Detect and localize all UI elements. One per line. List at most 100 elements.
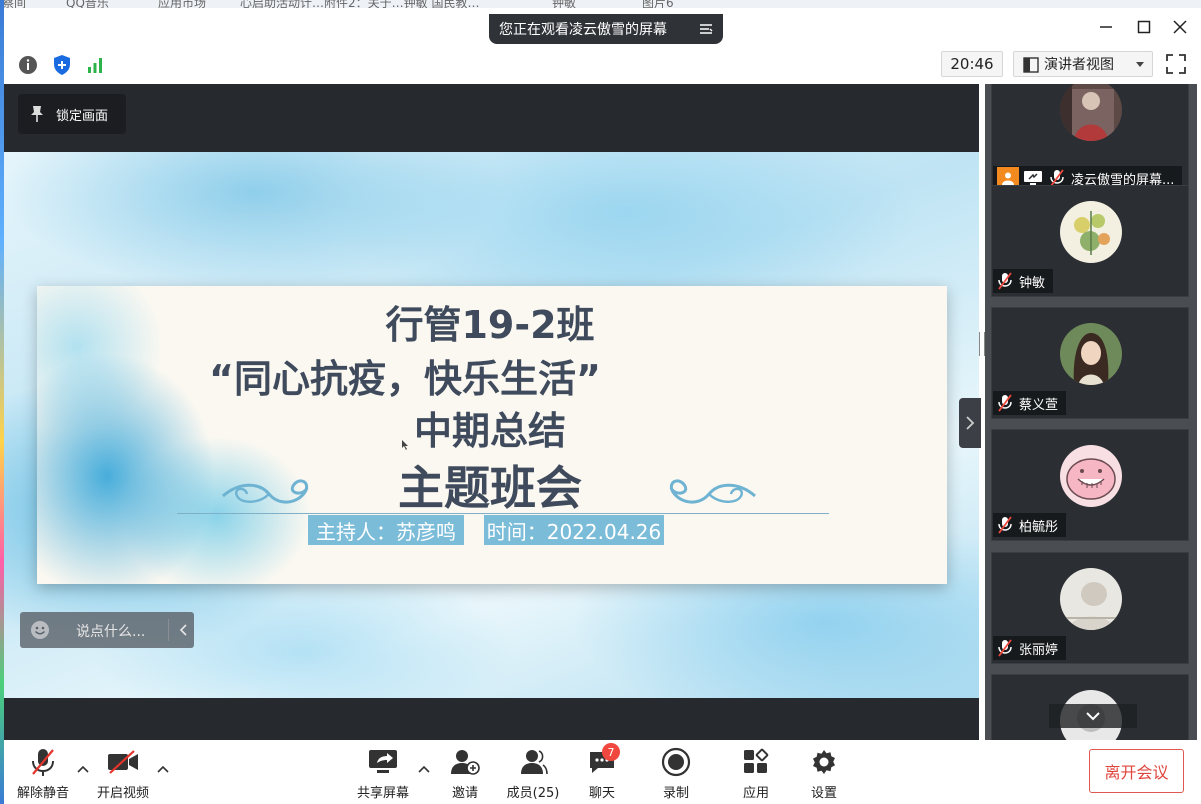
date-tag: 时间：2022.04.26 [484,515,664,545]
leave-meeting-button[interactable]: 离开会议 [1089,749,1184,793]
security-button[interactable] [50,53,74,77]
view-mode-select[interactable]: 演讲者视图 [1013,51,1153,77]
unmute-label: 解除静音 [16,786,69,801]
add-user-icon [451,750,480,775]
avatar [1060,323,1122,385]
share-screen-icon [369,750,397,773]
slide-theme: “同心抗疫，快乐生活” [209,357,601,401]
desktop-item: 钟敏 [552,0,577,8]
shared-screen-stage: 锁定画面 行管19-2班 “同心抗疫，快乐生活” 中期总结 主题班会 主持人：苏… [4,84,981,740]
share-notice-text: 您正在观看凌云傲雪的屏幕 [499,22,667,38]
speaker-view-icon [1023,57,1039,73]
info-icon [19,56,37,74]
desktop-item: 图片6 [642,0,674,8]
shield-icon [54,55,70,75]
participant-tile[interactable]: 凌云傲雪的屏幕... [991,84,1189,194]
dropdown-arrow-icon [1136,62,1144,67]
members-icon [521,750,548,775]
window-titlebar: 您正在观看凌云傲雪的屏幕 [4,8,1201,46]
share-screen-label: 共享屏幕 [356,786,409,801]
participant-name: 柏毓彤 [1019,519,1059,535]
participant-tile[interactable]: 钟敏 [991,185,1189,297]
avatar [1060,84,1122,141]
mic-muted-icon [997,394,1013,412]
participant-name: 钟敏 [1019,275,1046,291]
unmute-button[interactable]: 解除静音 [14,746,72,801]
chevron-up-icon[interactable] [417,762,431,776]
avatar [1060,445,1122,507]
members-label: 成员(25) [506,786,560,801]
share-screen-button[interactable]: 共享屏幕 [352,746,414,801]
settings-label: 设置 [810,786,837,801]
participant-tile[interactable]: 张丽婷 [991,552,1189,664]
slide-subtitle: 中期总结 [413,409,566,453]
emoji-icon[interactable] [30,620,50,640]
host-tag: 主持人：苏彦鸣 [308,515,464,545]
slide-main-title: 主题班会 [398,461,582,515]
participant-name-tag: 钟敏 [993,269,1054,293]
fullscreen-icon[interactable] [1164,52,1188,76]
members-button[interactable]: 成员(25) [504,746,562,801]
desktop-item: 察间 [2,0,27,8]
meeting-info-button[interactable] [16,53,40,77]
swirl-ornament-right [669,479,756,504]
apps-label: 应用 [742,786,769,801]
quick-chat-placeholder[interactable]: 说点什么... [76,621,145,641]
start-video-button[interactable]: 开启视频 [94,746,152,801]
apps-grid-icon [744,748,769,773]
lock-view-label: 锁定画面 [56,108,109,124]
apps-button[interactable]: 应用 [736,746,776,801]
mic-muted-icon [997,272,1013,290]
maximize-icon [1137,20,1151,34]
participant-name: 张丽婷 [1019,642,1059,658]
close-button[interactable] [1162,12,1198,42]
avatar [1060,568,1122,630]
start-video-label: 开启视频 [96,786,149,801]
desktop-taskbar-strip: 察间 QQ音乐 应用市场 心启助活动计…附件2：关于…钟敏 国民教… 钟敏 图片… [0,0,1201,8]
chat-button[interactable]: 7 聊天 [582,743,622,801]
swirl-ornament-left [222,479,309,504]
close-icon [1173,20,1187,34]
slide-title-card: 行管19-2班 “同心抗疫，快乐生活” 中期总结 主题班会 主持人：苏彦鸣 时间… [37,286,947,584]
meeting-toolbar: 解除静音 开启视频 共享屏幕 邀请 成员(25) 7 聊天 录制 应用 设置 离… [4,740,1201,804]
record-icon [661,747,691,777]
signal-bars-icon [88,58,102,73]
minimize-button[interactable] [1088,12,1124,42]
minimize-icon [1100,26,1112,28]
mic-muted-icon [997,516,1013,534]
chevron-right-icon [966,416,975,430]
participant-name-tag: 张丽婷 [993,636,1067,660]
mic-muted-icon [997,639,1013,657]
chevron-down-icon [1086,712,1100,721]
chevron-up-icon[interactable] [76,762,90,776]
gear-icon [813,750,835,774]
network-quality-button[interactable] [83,53,107,77]
participant-tile[interactable]: 柏毓彤 [991,429,1189,541]
invite-button[interactable]: 邀请 [442,746,488,801]
invite-label: 邀请 [451,786,478,801]
desktop-item: 应用市场 [158,0,207,8]
menu-icon [700,24,713,34]
participant-name-tag: 柏毓彤 [993,513,1067,537]
meeting-info-bar: 20:46 演讲者视图 [4,46,1201,84]
scroll-participants-down[interactable] [1049,704,1137,728]
chat-unread-badge: 7 [602,743,620,761]
mouse-cursor-icon [402,440,408,450]
record-button[interactable]: 录制 [656,746,696,801]
divider [168,619,169,641]
chevron-left-icon[interactable] [176,621,192,639]
collapse-panel-button[interactable] [959,398,981,448]
maximize-button[interactable] [1126,12,1162,42]
view-mode-label: 演讲者视图 [1044,57,1114,73]
screen-share-notice[interactable]: 您正在观看凌云傲雪的屏幕 [489,14,723,44]
settings-button[interactable]: 设置 [804,746,844,801]
screen-share-icon [1023,170,1043,186]
chevron-up-icon[interactable] [156,762,170,776]
quick-chat-box[interactable]: 说点什么... [20,612,194,648]
meeting-clock: 20:46 [941,51,1003,77]
participant-name-tag: 蔡义萱 [993,391,1067,415]
participant-tile[interactable]: 蔡义萱 [991,307,1189,419]
chat-label: 聊天 [588,786,615,801]
lock-view-button[interactable]: 锁定画面 [18,94,126,134]
mic-muted-icon [32,749,54,776]
